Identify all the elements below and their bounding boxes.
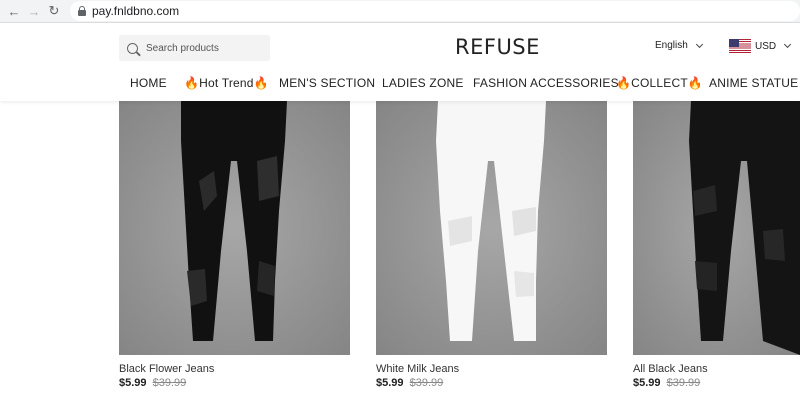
product-name[interactable]: Black Flower Jeans: [119, 363, 214, 375]
product-card[interactable]: Black Flower Jeans $5.99 $39.99: [119, 101, 350, 389]
browser-toolbar: ← → ↻ pay.fnldbno.com: [0, 0, 800, 22]
url-text: pay.fnldbno.com: [92, 4, 180, 18]
product-name[interactable]: White Milk Jeans: [376, 363, 459, 375]
language-label: English: [655, 40, 688, 51]
site-header: REFUSE English USD HOME 🔥Hot Trend🔥 MEN'…: [0, 23, 800, 101]
reload-icon[interactable]: ↻: [44, 1, 64, 21]
back-arrow-icon[interactable]: ←: [4, 1, 24, 21]
menu-item-anime-statue[interactable]: ANIME STATUE: [709, 76, 798, 90]
language-selector[interactable]: English: [655, 40, 703, 51]
chevron-down-icon: [695, 40, 703, 48]
main-menu: HOME 🔥Hot Trend🔥 MEN'S SECTION LADIES ZO…: [0, 76, 800, 94]
menu-item-home[interactable]: HOME: [130, 76, 167, 90]
menu-item-ladies-zone[interactable]: LADIES ZONE: [382, 76, 464, 90]
us-flag-icon: [729, 39, 751, 53]
chevron-down-icon: [784, 40, 792, 49]
product-card[interactable]: White Milk Jeans $5.99 $39.99: [376, 101, 607, 389]
jeans-illustration: [689, 101, 800, 355]
lock-icon: [78, 6, 86, 16]
menu-item-fashion-accessories[interactable]: FASHION ACCESSORIES: [473, 76, 619, 90]
price-row: $5.99 $39.99: [119, 377, 186, 389]
address-bar[interactable]: pay.fnldbno.com: [70, 1, 800, 21]
search-input[interactable]: [146, 42, 261, 54]
compare-price: $39.99: [666, 377, 701, 389]
product-name[interactable]: All Black Jeans: [633, 363, 708, 375]
product-image[interactable]: [376, 101, 607, 355]
jeans-illustration: [436, 101, 546, 341]
jeans-illustration: [181, 101, 287, 341]
forward-arrow-icon[interactable]: →: [24, 1, 44, 21]
product-image[interactable]: [633, 101, 800, 355]
compare-price: $39.99: [409, 377, 444, 389]
search-box[interactable]: [119, 35, 270, 61]
currency-label: USD: [755, 40, 777, 52]
menu-item-hot-trend[interactable]: 🔥Hot Trend🔥: [184, 76, 269, 90]
sale-price: $5.99: [119, 377, 147, 389]
product-image[interactable]: [119, 101, 350, 355]
price-row: $5.99 $39.99: [633, 377, 700, 389]
search-icon[interactable]: [127, 42, 138, 54]
sale-price: $5.99: [376, 377, 404, 389]
site-logo[interactable]: REFUSE: [455, 35, 540, 59]
price-row: $5.99 $39.99: [376, 377, 443, 389]
product-card[interactable]: All Black Jeans $5.99 $39.99: [633, 101, 800, 389]
sale-price: $5.99: [633, 377, 661, 389]
menu-item-collect[interactable]: 🔥COLLECT🔥: [616, 76, 703, 90]
menu-item-mens-section[interactable]: MEN'S SECTION: [279, 76, 375, 90]
compare-price: $39.99: [152, 377, 187, 389]
currency-selector[interactable]: USD: [729, 39, 792, 53]
